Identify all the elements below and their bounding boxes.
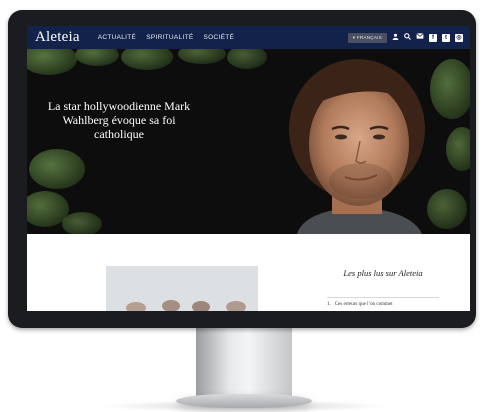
user-icon[interactable] — [392, 33, 399, 43]
site-header: Aleteia ACTUALITÉ SPIRITUALITÉ SOCIÉTÉ ▾… — [27, 26, 470, 49]
hero-banner[interactable]: La star hollywoodienne Mark Wahlberg évo… — [27, 49, 470, 234]
most-read-item[interactable]: 1. Ces erreurs que l’on commet — [327, 302, 447, 307]
most-read-link[interactable]: Ces erreurs que l’on commet — [335, 302, 393, 307]
twitter-icon[interactable]: t — [442, 33, 450, 42]
search-icon[interactable] — [404, 32, 411, 43]
nav-societe[interactable]: SOCIÉTÉ — [204, 34, 235, 41]
mail-icon[interactable] — [416, 33, 424, 42]
header-actions: ▾ FRANÇAIS f t ◎ — [347, 32, 463, 43]
instagram-icon[interactable]: ◎ — [455, 33, 463, 42]
monitor-screen: Aleteia ACTUALITÉ SPIRITUALITÉ SOCIÉTÉ ▾… — [27, 26, 470, 311]
most-read-number: 1. — [327, 302, 331, 307]
monitor-base — [176, 394, 312, 408]
facebook-icon[interactable]: f — [429, 33, 437, 42]
monitor-stand — [196, 328, 292, 396]
thumbnail-image — [106, 266, 258, 311]
language-button[interactable]: ▾ FRANÇAIS — [347, 32, 387, 43]
main-nav: ACTUALITÉ SPIRITUALITÉ SOCIÉTÉ — [98, 34, 234, 41]
nav-spiritualite[interactable]: SPIRITUALITÉ — [146, 34, 193, 41]
article-thumbnail[interactable] — [106, 266, 258, 311]
hero-image — [27, 49, 470, 234]
nav-actualite[interactable]: ACTUALITÉ — [98, 34, 136, 41]
sidebar-divider — [327, 297, 439, 298]
site-logo[interactable]: Aleteia — [35, 29, 80, 46]
hero-headline[interactable]: La star hollywoodienne Mark Wahlberg évo… — [39, 99, 199, 141]
most-read-title: Les plus lus sur Aleteia — [343, 268, 423, 278]
